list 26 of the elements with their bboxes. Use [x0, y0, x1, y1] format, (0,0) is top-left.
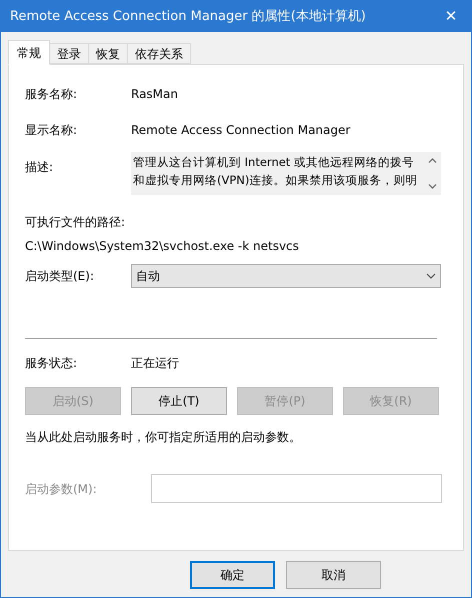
- scroll-down-icon[interactable]: [428, 184, 437, 189]
- field-value: RasMan: [131, 86, 178, 103]
- tab[interactable]: 依存关系: [128, 43, 191, 64]
- path-text: C:\Windows\System32\svchost.exe -k netsvcs: [25, 238, 300, 255]
- field-label: 启动参数(M):: [25, 480, 98, 498]
- dialog-button[interactable]: 取消: [286, 561, 381, 589]
- tab[interactable]: 恢复: [89, 43, 128, 64]
- dialog-button[interactable]: 确定: [190, 561, 275, 589]
- field-label: 描述:: [25, 159, 54, 176]
- field-label: 服务状态:: [25, 355, 78, 372]
- field-value: Remote Access Connection Manager: [131, 122, 350, 139]
- chevron-down-icon: [426, 273, 436, 279]
- tab[interactable]: 常规: [8, 40, 50, 65]
- field-label: 服务名称:: [25, 86, 78, 103]
- description-text: 管理从这台计算机到 Internet 或其他远程网络的拨号和虚拟专用网络(VPN)连接。如果禁用该项服务，则明: [132, 154, 418, 189]
- field-label: 启动类型(E):: [25, 268, 95, 285]
- field-label: 显示名称:: [25, 122, 78, 139]
- scroll-up-icon[interactable]: [428, 158, 437, 163]
- hint-text: 当从此处启动服务时，你可指定所适用的启动参数。: [25, 429, 302, 446]
- status-value: 正在运行: [131, 355, 179, 372]
- field-label: 可执行文件的路径:: [25, 214, 126, 231]
- window-title: Remote Access Connection Manager 的属性(本地计算机): [10, 8, 366, 26]
- service-button[interactable]: 停止(T): [131, 387, 227, 415]
- close-button[interactable]: ✕: [441, 6, 461, 26]
- tab[interactable]: 登录: [50, 43, 89, 64]
- startup-type-dropdown[interactable]: 自动: [131, 264, 441, 288]
